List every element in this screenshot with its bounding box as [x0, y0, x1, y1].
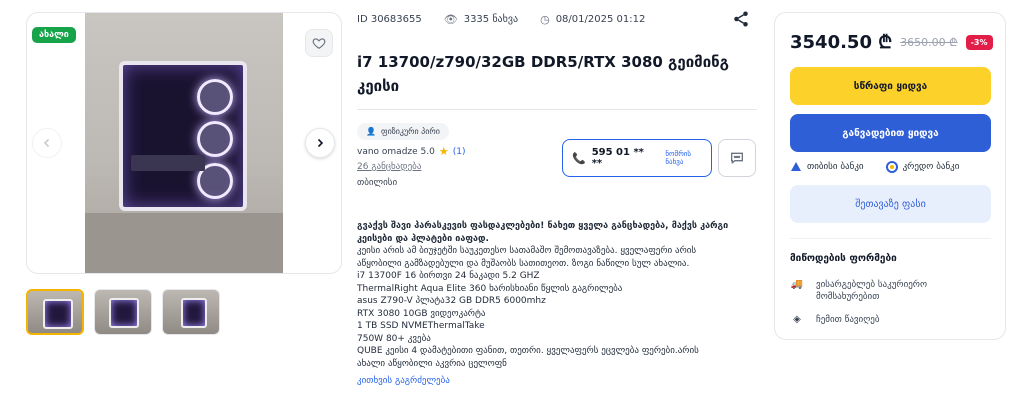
listing-title: i7 13700/z790/32GB DDR5/RTX 3080 გეიმინგ…: [357, 53, 729, 95]
discount-badge: -3%: [965, 34, 993, 50]
heart-icon: [312, 38, 326, 49]
share-button[interactable]: [732, 10, 750, 28]
listing-id: ID 30683655: [357, 14, 422, 25]
chevron-left-icon: [43, 138, 50, 148]
description-line: QUBE კეისი 4 დამატებითი ფანით, თეთრი. ყვ…: [357, 346, 699, 356]
description-line: RTX 3080 10GB ვიდეოკარტა: [357, 308, 486, 319]
description-line: 750W 80+ კვება: [357, 333, 431, 344]
clock-icon: ◷: [540, 13, 550, 26]
delivery-option-pickup[interactable]: ◈ ჩემით წავიღებ: [790, 314, 879, 326]
bank-tbc[interactable]: თიბისი ბანკი: [790, 161, 864, 173]
delivery-title: მიწოდების ფორმები: [790, 253, 897, 264]
bank-credo[interactable]: კრედო ბანკი: [885, 161, 959, 173]
description-line: 1 TB SSD NVMEThermalTake: [357, 321, 485, 331]
credo-bank-icon: [885, 161, 898, 173]
listing-meta: ID 30683655 👁 3335 ნახვა ◷ 08/01/2025 01…: [357, 13, 645, 26]
new-badge: ახალი: [32, 27, 76, 43]
gallery: [26, 12, 342, 274]
description-line: აწყობილი გამზადებული და მუშაობს სათითეოთ…: [357, 258, 690, 269]
read-more-link[interactable]: კითხვის გაგრძელება: [357, 376, 450, 386]
divider: [357, 109, 757, 110]
user-icon: 👤: [366, 127, 376, 136]
share-icon: [734, 11, 748, 27]
chevron-right-icon: [317, 138, 324, 148]
current-price: 3540.50 ₾: [790, 32, 893, 53]
thumbnail[interactable]: [94, 289, 152, 335]
thumbnail[interactable]: [26, 289, 84, 335]
description-line: i7 13700F 16 ბირთვი 24 ნაკადი 5.2 GHZ: [357, 271, 540, 281]
tbc-bank-icon: [791, 162, 801, 171]
description-headline: გვაქვს შავი პარასკევის ფასდაკლებები! ნახ…: [357, 221, 729, 244]
description-line: ThermalRight Aqua Elite 360 ხარისხიანი წ…: [357, 283, 623, 294]
description-line: asus Z790-V პლატა32 GB DDR5 6000mhz: [357, 296, 546, 306]
description-line: ახალი აწყობილი აკვრია ცელოფნ: [357, 358, 507, 369]
product-photo[interactable]: [85, 13, 283, 273]
pc-case-image: [119, 61, 247, 211]
old-price: 3650.00 ₾: [900, 35, 958, 49]
price-row: 3540.50 ₾ 3650.00 ₾ -3%: [790, 30, 993, 54]
thumbnail[interactable]: [162, 289, 220, 335]
message-button[interactable]: [718, 139, 756, 177]
delivery-option-courier[interactable]: 🚚 ვისარგებლებ საკურიერო მომსახურებით: [790, 279, 966, 303]
seller-type-tag: 👤 ფიზიკური პირი: [357, 123, 449, 140]
offer-price-button[interactable]: შეთავაზე ფასი: [790, 185, 991, 223]
quick-buy-button[interactable]: სწრაფი ყიდვა: [790, 67, 991, 105]
truck-icon: 🚚: [790, 279, 804, 290]
eye-icon: 👁: [443, 13, 458, 26]
prev-image-button[interactable]: [32, 128, 62, 158]
next-image-button[interactable]: [305, 128, 335, 158]
location: თბილისი: [357, 178, 398, 188]
phone-number: 595 01 ** **: [591, 147, 644, 169]
seller-reviews[interactable]: (1): [453, 147, 466, 157]
divider: [790, 238, 991, 239]
seller-ads-link[interactable]: 26 განცხადება: [357, 162, 421, 172]
phone-icon: 📞: [572, 151, 586, 165]
favorite-button[interactable]: [305, 29, 333, 57]
description: გვაქვს შავი პარასკევის ფასდაკლებები! ნახ…: [357, 220, 757, 370]
chat-icon: [731, 152, 743, 164]
pickup-icon: ◈: [793, 314, 801, 325]
view-count: 3335 ნახვა: [463, 14, 519, 25]
thumbnail-strip: [26, 289, 220, 335]
show-number-label: ნომრის ნახვა: [665, 150, 692, 166]
bank-options: თიბისი ბანკი კრედო ბანკი: [790, 161, 959, 173]
show-phone-button[interactable]: 📞 595 01 ** ** ნომრის ნახვა: [562, 139, 712, 177]
description-line: კეისი არის ამ ბიუჯეტში საუკეთესო სათამაშ…: [357, 246, 697, 256]
purchase-panel: 3540.50 ₾ 3650.00 ₾ -3% სწრაფი ყიდვა გან…: [774, 12, 1006, 340]
post-date: 08/01/2025 01:12: [555, 14, 646, 25]
seller-name[interactable]: vano omadze 5.0: [357, 147, 435, 157]
seller-info[interactable]: vano omadze 5.0 ★ (1): [357, 145, 465, 158]
installment-buy-button[interactable]: განვადებით ყიდვა: [790, 114, 991, 152]
star-icon: ★: [438, 145, 449, 158]
